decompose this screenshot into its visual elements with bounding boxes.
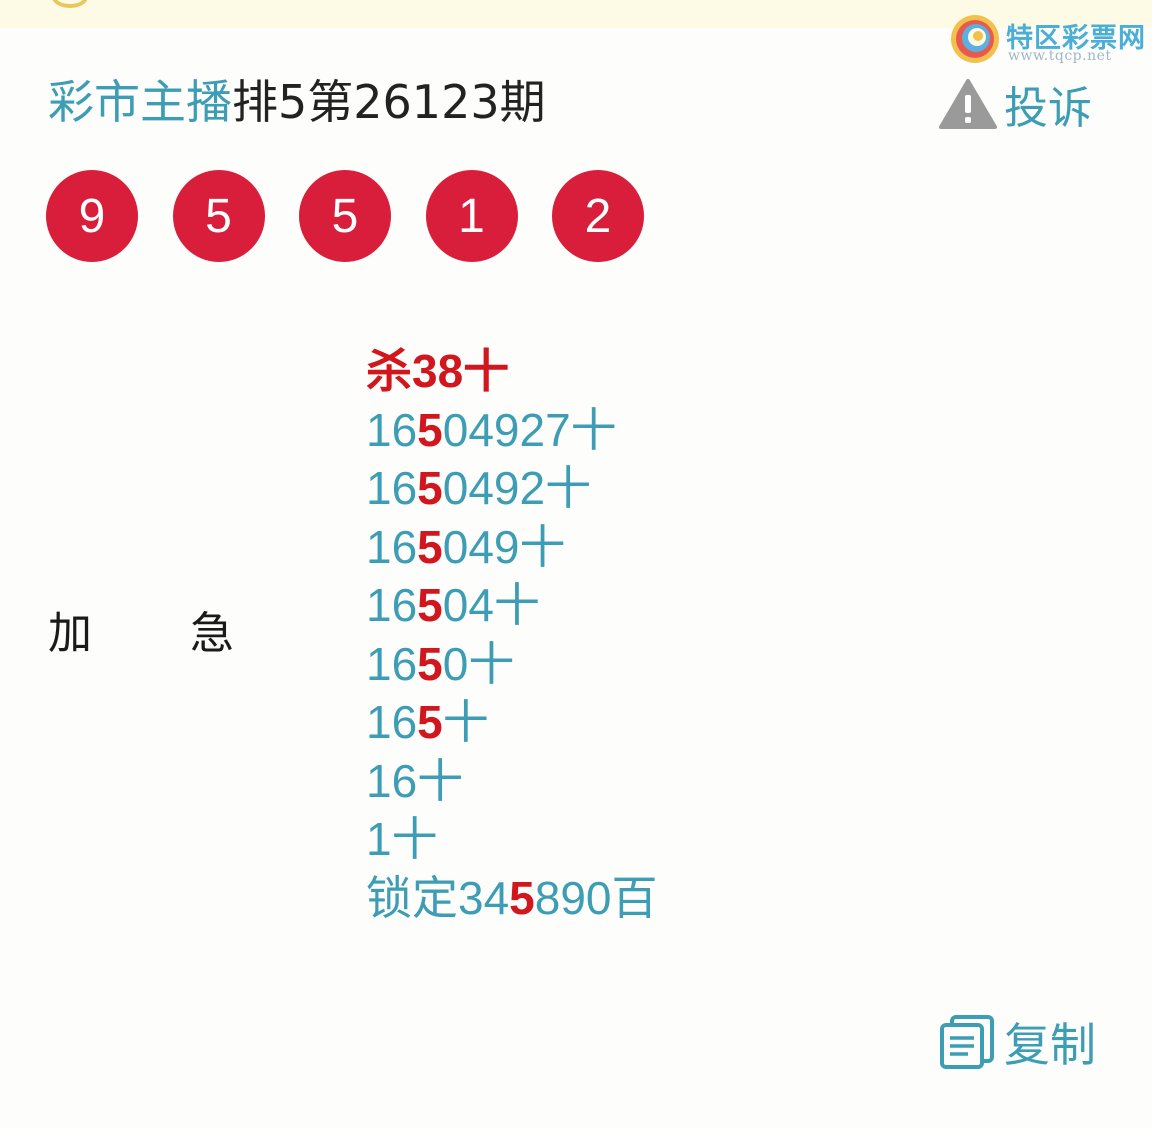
highlight-digit: 5 [417, 462, 443, 514]
number-ball: 1 [425, 170, 518, 262]
prediction-line: 16504十 [366, 576, 658, 635]
draw-numbers: 9 5 5 1 2 [46, 170, 679, 262]
prediction-line: 1650492十 [366, 459, 658, 518]
line-suffix: 十 [442, 696, 489, 748]
line-prefix: 16 [366, 637, 418, 690]
coin-icon [52, 0, 88, 8]
line-prefix: 16 [366, 403, 418, 456]
highlight-digit: 5 [417, 637, 443, 690]
line-prefix: 16 [366, 579, 418, 631]
lock-line: 锁定345890百 [366, 869, 658, 928]
highlight-digit: 5 [417, 403, 443, 456]
line-suffix: 890百 [534, 871, 658, 924]
number-ball: 5 [299, 170, 391, 262]
site-watermark: 特区彩票网 www.tqcp.net [948, 12, 1148, 68]
number-ball: 9 [46, 170, 138, 262]
prediction-line: 165049十 [366, 518, 658, 577]
copy-button[interactable]: 复制 [938, 1012, 1096, 1072]
copy-document-icon [940, 1015, 994, 1069]
highlight-digit: 5 [417, 579, 443, 631]
complain-button[interactable]: 投诉 [938, 76, 1092, 134]
line-prefix: 1十 [366, 813, 438, 865]
prediction-line: 1十 [366, 810, 658, 869]
complain-label: 投诉 [1004, 83, 1092, 134]
line-suffix: 04十 [442, 579, 540, 631]
prediction-line: 16504927十 [366, 401, 658, 460]
warning-icon [939, 79, 997, 129]
number-ball: 5 [172, 170, 265, 262]
line-prefix: 16 [366, 696, 418, 748]
highlight-digit: 5 [509, 871, 535, 924]
prediction-line: 1650十 [366, 635, 658, 694]
number-ball: 2 [552, 170, 644, 262]
kill-line: 杀38十 [366, 345, 510, 397]
line-suffix: 049十 [442, 520, 566, 573]
page-title: 彩市主播排5第26123期 [48, 74, 546, 130]
line-prefix: 16十 [366, 754, 464, 807]
watermark-site-url: www.tqcp.net [1008, 48, 1112, 64]
line-suffix: 0492十 [442, 462, 592, 514]
issue-title: 排5第26123期 [232, 75, 546, 129]
highlight-digit: 5 [417, 520, 443, 573]
author-name[interactable]: 彩市主播 [48, 75, 232, 129]
prediction-line: 165十 [366, 693, 658, 752]
line-prefix: 16 [366, 462, 418, 514]
side-label-ji: 急 [190, 608, 234, 659]
copy-label: 复制 [1004, 1018, 1096, 1072]
prediction-content: 杀38十 16504927十 1650492十 165049十 16504十 1… [366, 342, 658, 927]
side-label-jia: 加 [48, 608, 92, 659]
swirl-logo-icon [951, 15, 999, 63]
highlight-digit: 5 [417, 696, 443, 748]
line-suffix: 04927十 [442, 403, 617, 456]
line-prefix: 16 [366, 520, 418, 573]
prediction-line: 16十 [366, 752, 658, 811]
line-suffix: 0十 [442, 637, 515, 690]
line-prefix: 锁定34 [366, 871, 510, 924]
